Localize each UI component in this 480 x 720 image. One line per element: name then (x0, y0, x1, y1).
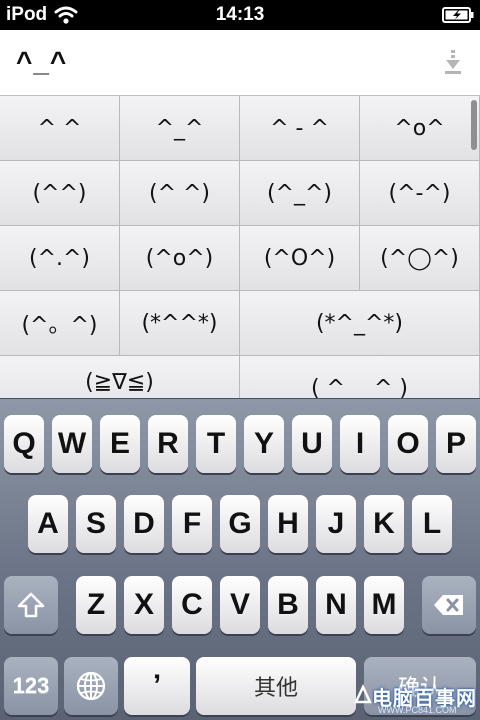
download-arrow-icon[interactable] (443, 50, 463, 76)
candidate-cell[interactable]: (^o^) (120, 226, 240, 291)
backspace-icon (433, 594, 465, 616)
candidate-cell[interactable]: (^O^) (240, 226, 360, 291)
key-i[interactable]: I (340, 415, 380, 473)
candidate-cell[interactable]: (^-^) (360, 161, 480, 226)
key-c[interactable]: C (172, 576, 212, 634)
candidate-cell[interactable]: (^.^) (0, 226, 120, 291)
keyboard: Q W E R T Y U I O P A S D F G H J K L Z … (0, 398, 480, 720)
key-m[interactable]: M (364, 576, 404, 634)
apostrophe-key[interactable]: ’ (124, 657, 190, 715)
key-q[interactable]: Q (4, 415, 44, 473)
key-k[interactable]: K (364, 495, 404, 553)
key-f[interactable]: F (172, 495, 212, 553)
shift-icon (17, 592, 45, 618)
candidate-cell[interactable]: ^ - ^ (240, 96, 360, 161)
key-o[interactable]: O (388, 415, 428, 473)
key-b[interactable]: B (268, 576, 308, 634)
key-d[interactable]: D (124, 495, 164, 553)
candidate-grid: ^ ^ ^_^ ^ - ^ ^o^ (^^) (^ ^) (^_^) (^-^)… (0, 96, 480, 398)
scrollbar-thumb[interactable] (471, 100, 477, 150)
candidate-cell[interactable]: (^◯^) (360, 226, 480, 291)
shift-key[interactable] (4, 576, 58, 634)
backspace-key[interactable] (422, 576, 476, 634)
key-p[interactable]: P (436, 415, 476, 473)
candidate-cell[interactable]: (*^^*) (120, 291, 240, 356)
key-g[interactable]: G (220, 495, 260, 553)
numbers-key[interactable]: 123 (4, 657, 58, 715)
candidate-cell[interactable]: (*^_^*) (240, 291, 480, 356)
globe-icon (75, 670, 107, 702)
clock: 14:13 (215, 4, 265, 25)
key-l[interactable]: L (412, 495, 452, 553)
key-w[interactable]: W (52, 415, 92, 473)
watermark-logo-icon (354, 684, 372, 704)
key-n[interactable]: N (316, 576, 356, 634)
key-x[interactable]: X (124, 576, 164, 634)
globe-key[interactable] (64, 657, 118, 715)
status-bar: iPod 14:13 (0, 0, 480, 30)
candidate-cell[interactable]: (^^) (0, 161, 120, 226)
key-r[interactable]: R (148, 415, 188, 473)
composed-text: ^_^ (16, 46, 68, 77)
battery-charging-icon (442, 7, 474, 23)
candidate-cell[interactable]: (^ ^) (120, 161, 240, 226)
candidate-cell[interactable]: ( ^ ^ ) (240, 356, 480, 398)
key-j[interactable]: J (316, 495, 356, 553)
key-h[interactable]: H (268, 495, 308, 553)
space-key[interactable]: 其他 (196, 657, 356, 715)
key-e[interactable]: E (100, 415, 140, 473)
watermark: 电脑百事网 WWW.PC841.COM (352, 680, 480, 720)
key-s[interactable]: S (76, 495, 116, 553)
key-a[interactable]: A (28, 495, 68, 553)
key-y[interactable]: Y (244, 415, 284, 473)
key-t[interactable]: T (196, 415, 236, 473)
candidate-cell[interactable]: ^_^ (120, 96, 240, 161)
key-u[interactable]: U (292, 415, 332, 473)
candidate-cell[interactable]: (^。^) (0, 291, 120, 356)
input-bar: ^_^ (0, 30, 480, 96)
watermark-url: WWW.PC841.COM (378, 705, 457, 715)
candidate-cell[interactable]: (^_^) (240, 161, 360, 226)
candidate-cell[interactable]: ^o^ (360, 96, 480, 161)
key-z[interactable]: Z (76, 576, 116, 634)
key-v[interactable]: V (220, 576, 260, 634)
candidate-cell[interactable]: ^ ^ (0, 96, 120, 161)
candidate-cell[interactable]: (≧∇≦) (0, 356, 240, 398)
